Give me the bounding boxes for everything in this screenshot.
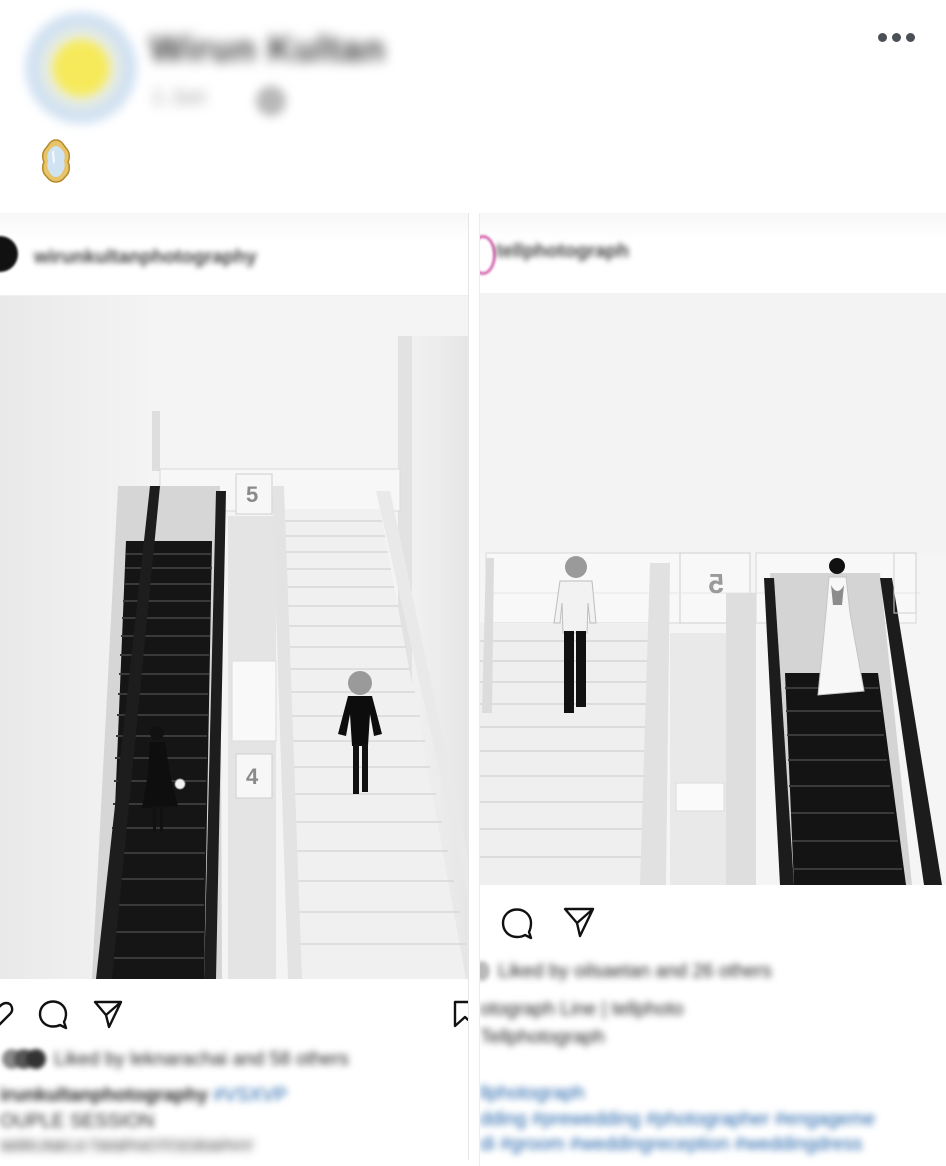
comment-icon[interactable] <box>500 906 534 940</box>
instagram-post-right: tellphotograph 5 Liked by oilsaetan and … <box>479 213 946 1166</box>
caption-line-3: WIRUNKULTANPHOTOGRAPHY <box>0 1137 255 1151</box>
post-photo[interactable]: 5 4 <box>0 296 468 979</box>
liker-avatars[interactable] <box>2 1049 46 1071</box>
floor-number-5: 5 <box>708 568 724 599</box>
more-dot-icon <box>905 32 915 42</box>
audience-globe-icon <box>256 86 286 116</box>
liker-avatar[interactable] <box>480 961 490 981</box>
caption-hashtag[interactable]: #VSXVP <box>213 1085 287 1106</box>
floor-number-5: 5 <box>246 482 258 507</box>
caption-username[interactable]: irunkultanphotography <box>0 1085 208 1106</box>
username-label[interactable]: wirunkultanphotography <box>34 247 257 269</box>
caption-line-2: OUPLE SESSION <box>0 1111 155 1132</box>
floor-number-4: 4 <box>246 764 259 789</box>
hashtag-line-3[interactable]: di #groom #weddingreception #weddingdres… <box>480 1134 862 1156</box>
author-name[interactable]: Wirun Kultan <box>150 28 386 70</box>
more-dot-icon <box>877 32 887 42</box>
hashtag-line-1[interactable]: llphotograph <box>480 1083 585 1105</box>
heart-icon[interactable] <box>0 999 14 1029</box>
profile-avatar[interactable] <box>480 235 496 275</box>
comment-icon[interactable] <box>37 998 69 1030</box>
post-header: tellphotograph <box>480 213 946 294</box>
profile-avatar[interactable] <box>0 236 18 272</box>
bookmark-icon[interactable] <box>452 999 469 1029</box>
mirror-icon <box>41 139 71 183</box>
photo-artwork: 5 4 <box>0 296 468 979</box>
share-icon[interactable] <box>92 998 124 1030</box>
likes-text[interactable]: Liked by oilsaetan and 26 others <box>498 961 772 983</box>
username-label[interactable]: tellphotograph <box>496 241 629 263</box>
caption-line-1: otograph Line | tellphoto <box>480 999 684 1020</box>
hashtag-line-2[interactable]: dding #prewedding #photographer #engagem… <box>480 1109 875 1131</box>
likes-text[interactable]: Liked by leknarachai and 58 others <box>54 1049 349 1071</box>
caption-line-2: Tellphotograph <box>480 1027 605 1048</box>
instagram-post-left: wirunkultanphotography 5 4 Liked by lekn… <box>0 213 469 1160</box>
photo-artwork: 5 <box>480 293 946 885</box>
author-avatar[interactable] <box>25 12 137 124</box>
share-icon[interactable] <box>562 905 596 939</box>
post-timestamp[interactable]: 1 Jun <box>152 84 206 110</box>
more-options-button[interactable] <box>872 22 920 52</box>
caption-line-1: irunkultanphotography #VSXVP <box>0 1085 287 1107</box>
post-photo[interactable]: 5 <box>480 293 946 885</box>
post-header: wirunkultanphotography <box>0 213 468 296</box>
more-dot-icon <box>891 32 901 42</box>
